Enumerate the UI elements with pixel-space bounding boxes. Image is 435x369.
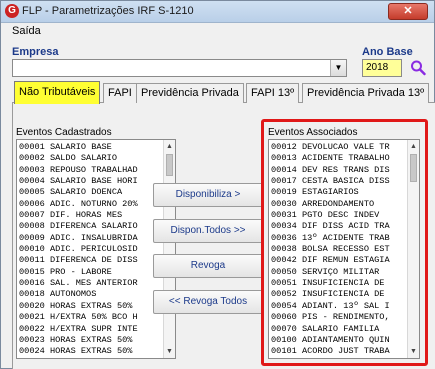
- search-icon[interactable]: [410, 59, 426, 77]
- list-item[interactable]: 00002 SALDO SALARIO: [19, 153, 138, 164]
- list-item[interactable]: 00011 DIFERENCA DE DISS: [19, 255, 138, 266]
- list-item[interactable]: 00005 SALARIO DOENCA: [19, 187, 138, 198]
- list-item[interactable]: 00020 HORAS EXTRAS 50%: [19, 301, 138, 312]
- list-item[interactable]: 00022 H/EXTRA SUPR INTE: [19, 324, 138, 335]
- list-item[interactable]: 00003 REPOUSO TRABALHAD: [19, 165, 138, 176]
- tab-fapi[interactable]: FAPI: [103, 83, 137, 103]
- empresa-label: Empresa: [12, 46, 59, 58]
- scrollbar[interactable]: ▲ ▼: [163, 140, 175, 358]
- list-item[interactable]: 00021 H/EXTRA 50% BCO H: [19, 312, 138, 323]
- ano-base-field[interactable]: 2018: [362, 59, 402, 77]
- list-item[interactable]: 00009 ADIC. INSALUBRIDA: [19, 233, 138, 244]
- list-item[interactable]: 00010 ADIC. PERICULOSID: [19, 244, 138, 255]
- close-button[interactable]: ✕: [388, 3, 428, 20]
- tab-previdencia-privada-13[interactable]: Previdência Privada 13º: [302, 83, 430, 103]
- scroll-up-icon[interactable]: ▲: [164, 141, 175, 152]
- scroll-thumb[interactable]: [166, 154, 173, 176]
- menu-item-saida[interactable]: Saída: [12, 25, 41, 37]
- list-item[interactable]: 00004 SALARIO BASE HORI: [19, 176, 138, 187]
- window-title: FLP - Parametrizações IRF S-1210: [22, 5, 194, 17]
- tab-strip: Não Tributáveis FAPI Previdência Privada…: [12, 81, 435, 104]
- scroll-down-icon[interactable]: ▼: [164, 346, 175, 357]
- eventos-cadastrados-label: Eventos Cadastrados: [16, 127, 112, 138]
- eventos-cadastrados-items: 00001 SALARIO BASE 00002 SALDO SALARIO 000…: [19, 142, 138, 358]
- disponibiliza-button[interactable]: Disponibiliza >: [153, 183, 263, 207]
- main-window: G FLP - Parametrizações IRF S-1210 ✕ Saí…: [0, 0, 435, 369]
- menu-bar: Saída: [1, 23, 434, 39]
- list-item[interactable]: 00001 SALARIO BASE: [19, 142, 138, 153]
- tab-fapi-13[interactable]: FAPI 13º: [246, 83, 300, 103]
- list-item[interactable]: 00015 PRO - LABORE: [19, 267, 138, 278]
- list-item[interactable]: 00023 HORAS EXTRAS 50%: [19, 335, 138, 346]
- list-item[interactable]: 00024 HORAS EXTRAS 50%: [19, 346, 138, 357]
- ano-base-label: Ano Base: [362, 46, 413, 58]
- list-item[interactable]: 00008 DIFERENCA SALARIO: [19, 221, 138, 232]
- tab-nao-tributaveis[interactable]: Não Tributáveis: [14, 81, 101, 104]
- dispon-todos-button[interactable]: Dispon.Todos >>: [153, 219, 263, 243]
- chevron-down-icon[interactable]: ▼: [330, 60, 346, 76]
- revoga-button[interactable]: Revoga: [153, 254, 263, 278]
- empresa-select[interactable]: ▼: [12, 59, 347, 77]
- list-item[interactable]: 00018 AUTONOMOS: [19, 289, 138, 300]
- list-item[interactable]: 00007 DIF. HORAS MES: [19, 210, 138, 221]
- tab-previdencia-privada[interactable]: Previdência Privada: [136, 83, 244, 103]
- app-logo-icon: G: [5, 4, 19, 18]
- eventos-cadastrados-list[interactable]: 00001 SALARIO BASE 00002 SALDO SALARIO 000…: [16, 139, 176, 359]
- title-bar: G FLP - Parametrizações IRF S-1210 ✕: [1, 1, 434, 23]
- revoga-todos-button[interactable]: << Revoga Todos: [153, 290, 263, 314]
- list-item[interactable]: 00016 SAL. MES ANTERIOR: [19, 278, 138, 289]
- highlight-box: [261, 119, 428, 366]
- list-item[interactable]: 00006 ADIC. NOTURNO 20%: [19, 199, 138, 210]
